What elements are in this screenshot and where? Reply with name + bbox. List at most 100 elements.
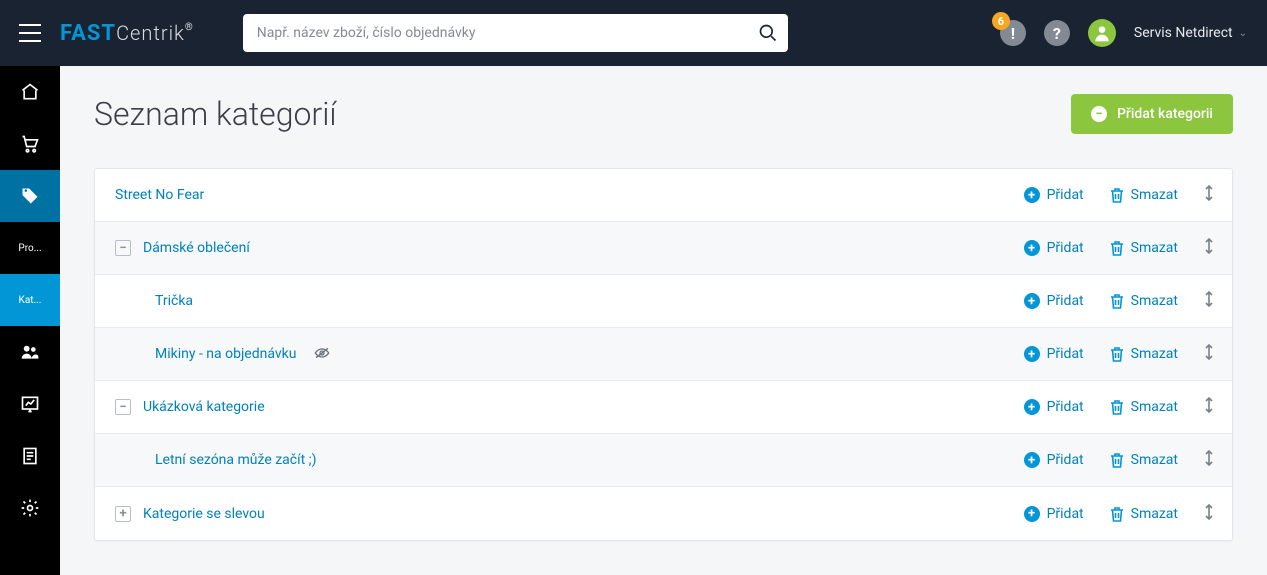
sidebar-item-tag[interactable] — [0, 170, 60, 222]
sidebar-item-users[interactable] — [0, 326, 60, 378]
trash-icon — [1110, 346, 1124, 362]
delete-category-button[interactable]: Smazat — [1110, 399, 1178, 415]
notifications-button[interactable]: ! 6 — [1000, 20, 1026, 46]
action-label: Přidat — [1047, 452, 1084, 468]
page-header: Seznam kategorií − Přidat kategorii — [94, 94, 1233, 134]
home-icon — [20, 82, 40, 102]
plus-circle-icon: + — [1024, 293, 1040, 309]
category-link[interactable]: Dámské oblečení — [143, 240, 250, 256]
row-actions: +Přidat Smazat — [1024, 344, 1214, 364]
add-subcategory-button[interactable]: +Přidat — [1024, 346, 1084, 362]
drag-handle[interactable] — [1204, 397, 1214, 417]
main-sidebar: Pro... Kat... — [0, 66, 60, 575]
row-actions: + Přidat Smazat — [1024, 450, 1214, 470]
category-row: −Dámské oblečení + Přidat Smazat — [95, 222, 1232, 275]
logo-registered: ® — [185, 22, 193, 33]
document-icon — [20, 446, 40, 466]
global-search — [243, 14, 788, 52]
drag-handle-icon — [1204, 397, 1214, 413]
row-actions: +Přidat Smazat — [1024, 504, 1214, 524]
row-actions: + Přidat Smazat — [1024, 238, 1214, 258]
action-label: Přidat — [1047, 187, 1084, 203]
hidden-icon — [314, 346, 330, 360]
drag-handle[interactable] — [1204, 238, 1214, 258]
trash-icon — [1110, 293, 1124, 309]
action-label: Smazat — [1131, 187, 1178, 203]
drag-handle-icon — [1204, 504, 1214, 520]
drag-handle[interactable] — [1204, 504, 1214, 524]
category-row: Mikiny - na objednávku +Přidat Smazat — [95, 328, 1232, 381]
plus-circle-icon: + — [1024, 452, 1040, 468]
sidebar-item-products[interactable]: Pro... — [0, 222, 60, 274]
drag-handle[interactable] — [1204, 185, 1214, 205]
add-category-button[interactable]: − Přidat kategorii — [1071, 94, 1233, 134]
minus-circle-icon: − — [1091, 106, 1107, 122]
avatar-icon — [1092, 23, 1112, 43]
notification-count: 6 — [992, 12, 1010, 30]
plus-circle-icon: + — [1024, 240, 1040, 256]
sidebar-item-content[interactable] — [0, 430, 60, 482]
add-subcategory-button[interactable]: +Přidat — [1024, 187, 1084, 203]
expand-toggle[interactable]: + — [115, 506, 131, 522]
drag-handle-icon — [1204, 238, 1214, 254]
users-icon — [20, 342, 40, 362]
category-tree: Street No Fear+PřidatSmazat−Dámské obleč… — [94, 168, 1233, 541]
app-header: FAST Centrik ® ! 6 ? Servis Netdirect ⌄ — [0, 0, 1267, 66]
delete-category-button[interactable]: Smazat — [1110, 506, 1178, 522]
action-label: Přidat — [1047, 240, 1084, 256]
row-left: −Ukázková kategorie — [95, 399, 1024, 415]
user-menu[interactable]: Servis Netdirect ⌄ — [1134, 25, 1247, 41]
drag-handle[interactable] — [1204, 450, 1214, 470]
sidebar-item-home[interactable] — [0, 66, 60, 118]
add-subcategory-button[interactable]: +Přidat — [1024, 399, 1084, 415]
action-label: Smazat — [1131, 240, 1178, 256]
category-link[interactable]: Ukázková kategorie — [143, 399, 265, 415]
sidebar-label: Pro... — [18, 243, 41, 254]
collapse-toggle[interactable]: − — [115, 240, 131, 256]
chart-icon — [20, 394, 40, 414]
row-left: + Kategorie se slevou — [95, 506, 1024, 522]
hamburger-menu[interactable] — [0, 24, 60, 42]
action-label: Přidat — [1047, 346, 1084, 362]
trash-icon — [1110, 399, 1124, 415]
drag-handle-icon — [1204, 291, 1214, 307]
add-subcategory-button[interactable]: +Přidat — [1024, 293, 1084, 309]
category-link[interactable]: Letní sezóna může začít ;) — [155, 452, 316, 468]
drag-handle[interactable] — [1204, 291, 1214, 311]
delete-category-button[interactable]: Smazat — [1110, 452, 1178, 468]
action-label: Přidat — [1047, 399, 1084, 415]
help-button[interactable]: ? — [1044, 20, 1070, 46]
row-left: Street No Fear — [95, 187, 1024, 203]
category-row: Trička +Přidat Smazat — [95, 275, 1232, 328]
category-link[interactable]: Street No Fear — [115, 187, 204, 203]
gear-icon — [20, 498, 40, 518]
app-logo[interactable]: FAST Centrik ® — [60, 21, 193, 46]
delete-category-button[interactable]: Smazat — [1110, 346, 1178, 362]
action-label: Smazat — [1131, 452, 1178, 468]
sidebar-item-categories[interactable]: Kat... — [0, 274, 60, 326]
search-input[interactable] — [243, 14, 788, 52]
row-left: Letní sezóna může začít ;) — [95, 452, 1024, 468]
drag-handle[interactable] — [1204, 344, 1214, 364]
add-subcategory-button[interactable]: + Přidat — [1024, 452, 1084, 468]
menu-icon — [19, 24, 41, 42]
category-link[interactable]: Kategorie se slevou — [143, 506, 265, 522]
row-actions: +Přidat Smazat — [1024, 185, 1214, 205]
sidebar-item-stats[interactable] — [0, 378, 60, 430]
delete-category-button[interactable]: Smazat — [1110, 187, 1178, 203]
sidebar-item-settings[interactable] — [0, 482, 60, 534]
drag-handle-icon — [1204, 185, 1214, 201]
add-subcategory-button[interactable]: +Přidat — [1024, 506, 1084, 522]
delete-category-button[interactable]: Smazat — [1110, 293, 1178, 309]
add-subcategory-button[interactable]: + Přidat — [1024, 240, 1084, 256]
category-link[interactable]: Trička — [155, 293, 193, 309]
user-avatar[interactable] — [1088, 19, 1116, 47]
cart-icon — [20, 134, 40, 154]
collapse-toggle[interactable]: − — [115, 399, 131, 415]
row-actions: +Přidat Smazat — [1024, 397, 1214, 417]
action-label: Smazat — [1131, 346, 1178, 362]
search-icon[interactable] — [758, 23, 778, 43]
sidebar-item-cart[interactable] — [0, 118, 60, 170]
category-link[interactable]: Mikiny - na objednávku — [155, 346, 296, 362]
delete-category-button[interactable]: Smazat — [1110, 240, 1178, 256]
